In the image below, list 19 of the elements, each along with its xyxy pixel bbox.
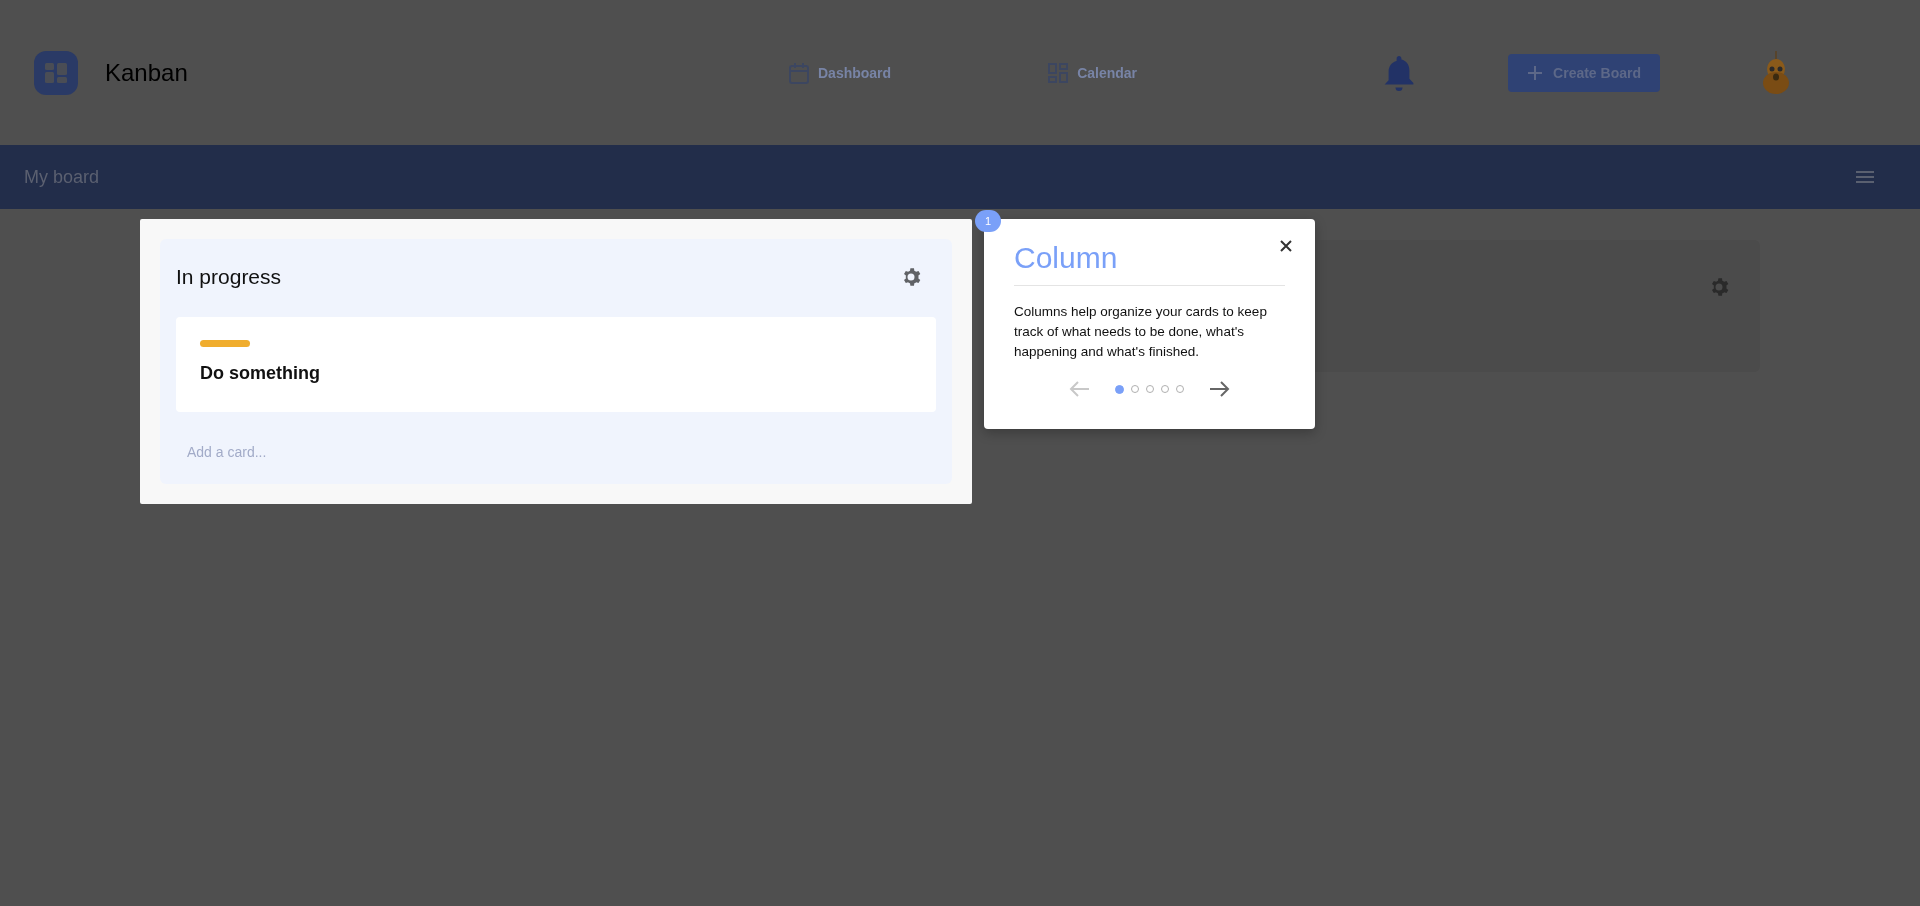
tour-title: Column xyxy=(1014,241,1285,286)
board-title: My board xyxy=(24,166,100,188)
nav-link[interactable]: Calendar xyxy=(1047,61,1138,84)
close-icon[interactable] xyxy=(1279,239,1293,253)
menu-icon[interactable] xyxy=(1856,170,1874,184)
nav-link[interactable]: Dashboard xyxy=(788,61,892,84)
settings-icon[interactable] xyxy=(902,267,922,287)
card-title: Do something xyxy=(200,363,321,384)
app-title: Kanban xyxy=(105,58,188,87)
step-dot[interactable] xyxy=(1115,384,1124,394)
task-card[interactable]: Do something xyxy=(176,317,936,412)
tour-text: Columns help organize your cards to keep track of what needs to be done, what's happening and what's finished. xyxy=(1014,303,1268,361)
plus-icon xyxy=(1527,64,1544,81)
next-arrow-icon[interactable] xyxy=(1210,380,1230,398)
step-badge: 1 xyxy=(975,210,1001,232)
column-title: In progress xyxy=(176,265,282,289)
logo-icon[interactable] xyxy=(34,50,78,95)
add-card-field[interactable]: Add a card... xyxy=(176,440,498,464)
avatar-icon[interactable] xyxy=(1761,49,1792,96)
